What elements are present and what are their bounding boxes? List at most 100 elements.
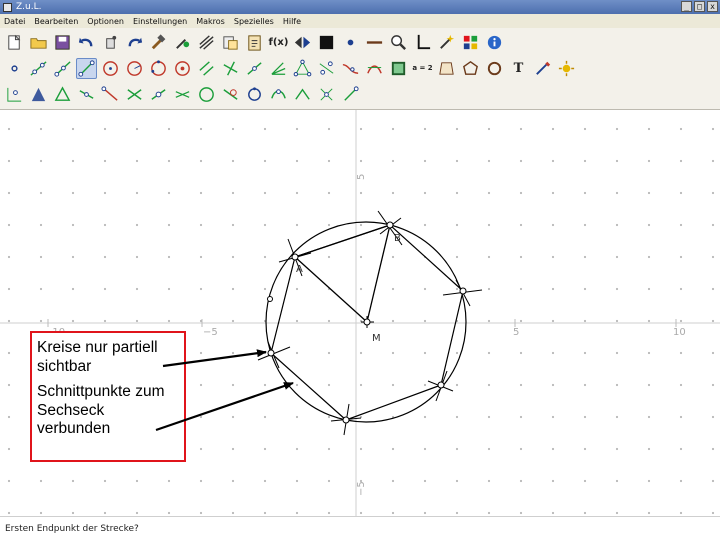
assign-tool[interactable]: a = 2: [412, 58, 433, 79]
menu-hilfe[interactable]: Hilfe: [283, 17, 301, 26]
hexagon-vertex-3[interactable]: [459, 287, 467, 295]
track-tool-icon[interactable]: [292, 84, 313, 105]
parallel-lines-icon[interactable]: [196, 58, 217, 79]
color-brush-icon[interactable]: [172, 32, 193, 53]
line-thickness-icon[interactable]: [196, 32, 217, 53]
arc-tool-icon[interactable]: [172, 58, 193, 79]
axis-label-x-plus-10: 10: [673, 327, 686, 338]
axis-label-x-minus-5: −5: [203, 327, 218, 338]
triangle-points-icon[interactable]: [292, 58, 313, 79]
slope-tool-icon[interactable]: [76, 84, 97, 105]
hexagon-vertex-6[interactable]: [267, 349, 275, 357]
menu-bearbeiten[interactable]: Bearbeiten: [34, 17, 78, 26]
circle-three-points-icon[interactable]: [148, 58, 169, 79]
tangent-tool-icon[interactable]: [220, 84, 241, 105]
triangle-tool-icon[interactable]: [52, 84, 73, 105]
close-button[interactable]: x: [707, 1, 718, 12]
text-tool[interactable]: T: [508, 58, 529, 79]
axis-label-x-plus-5: 5: [513, 327, 519, 338]
magic-wand-icon[interactable]: [436, 32, 457, 53]
function-tool[interactable]: f(x): [268, 32, 289, 53]
label-b: B: [394, 233, 401, 244]
intersection-tool-icon[interactable]: [124, 84, 145, 105]
angle-marker-icon[interactable]: [28, 84, 49, 105]
reflect-line-icon[interactable]: [316, 84, 337, 105]
minimize-button[interactable]: _: [681, 1, 692, 12]
title-bar: Z.u.L. _ □ x: [0, 0, 720, 14]
conic-tool-icon[interactable]: [244, 84, 265, 105]
annotation-box: Kreise nur partiell sichtbar Schnittpunk…: [30, 331, 186, 462]
assign-label: a = 2: [412, 64, 433, 72]
clipboard-icon[interactable]: [244, 32, 265, 53]
status-bar: Ersten Endpunkt der Strecke?: [0, 516, 720, 540]
app-icon: [3, 2, 12, 12]
filmstrip-icon[interactable]: [388, 58, 409, 79]
save-disk-icon[interactable]: [52, 32, 73, 53]
point-m[interactable]: [363, 318, 371, 326]
rotate-tool-icon[interactable]: [172, 84, 193, 105]
polygon-fill-icon[interactable]: [460, 58, 481, 79]
point-a[interactable]: [291, 253, 299, 261]
label-a: A: [296, 264, 303, 275]
circle-through-point-icon[interactable]: [196, 84, 217, 105]
angle-bisector-icon[interactable]: [268, 58, 289, 79]
toolbar-row-2: a = 2 T: [4, 56, 577, 80]
translate-tool-icon[interactable]: [148, 84, 169, 105]
axis-label-y-minus-5: −5: [356, 481, 367, 496]
color-palette-icon[interactable]: [460, 32, 481, 53]
locus-icon[interactable]: [364, 58, 385, 79]
paste-icon[interactable]: [220, 32, 241, 53]
line-style-icon[interactable]: [364, 32, 385, 53]
new-file-icon[interactable]: [4, 32, 25, 53]
circle-center-icon[interactable]: [100, 58, 121, 79]
arrows-left-right-icon[interactable]: [292, 32, 313, 53]
zoom-icon[interactable]: [388, 32, 409, 53]
segment-tool-icon[interactable]: [76, 57, 97, 79]
polygon-tool-icon[interactable]: [436, 58, 457, 79]
hexagon-vertex-5[interactable]: [342, 416, 350, 424]
menu-einstellungen[interactable]: Einstellungen: [133, 17, 187, 26]
menu-optionen[interactable]: Optionen: [87, 17, 124, 26]
point-size-icon[interactable]: [340, 32, 361, 53]
circle-radius-icon[interactable]: [124, 58, 145, 79]
menu-makros[interactable]: Makros: [196, 17, 225, 26]
info-icon[interactable]: [484, 32, 505, 53]
line-through-points-icon[interactable]: [28, 58, 49, 79]
label-m: M: [372, 333, 381, 344]
delete-object-icon[interactable]: [100, 32, 121, 53]
circle-dots-icon[interactable]: [484, 58, 505, 79]
menu-datei[interactable]: Datei: [4, 17, 25, 26]
annotation-text-partial-circles: Kreise nur partiell sichtbar: [37, 339, 158, 375]
hexagon-vertex-4[interactable]: [437, 381, 445, 389]
distance-tool-icon[interactable]: [100, 84, 121, 105]
free-point[interactable]: [267, 296, 273, 302]
open-folder-icon[interactable]: [28, 32, 49, 53]
coordinate-axes-icon[interactable]: [412, 32, 433, 53]
coordinate-point-icon[interactable]: [4, 84, 25, 105]
hammer-icon[interactable]: [148, 32, 169, 53]
function-label: f(x): [268, 36, 289, 48]
perpendicular-icon[interactable]: [220, 58, 241, 79]
point-b[interactable]: [386, 221, 394, 229]
maximize-button[interactable]: □: [694, 1, 705, 12]
window-title: Z.u.L.: [16, 2, 42, 12]
ray-tool-icon[interactable]: [52, 58, 73, 79]
menu-spezielles[interactable]: Spezielles: [234, 17, 274, 26]
midpoint-icon[interactable]: [244, 58, 265, 79]
locus-plot-icon[interactable]: [268, 84, 289, 105]
redo-icon[interactable]: [124, 32, 145, 53]
fill-black-icon[interactable]: [316, 32, 337, 53]
pen-tool-icon[interactable]: [532, 58, 553, 79]
annotation-text-hexagon: Schnittpunkte zum Sechseck verbunden: [37, 383, 165, 437]
toolbar-row-1: f(x): [4, 30, 505, 54]
sun-icon[interactable]: [556, 58, 577, 79]
toolbar-row-3: [4, 82, 361, 106]
undo-icon[interactable]: [76, 32, 97, 53]
axis-label-y-plus-5: 5: [356, 174, 367, 180]
toolbar-area: f(x) a = 2 T: [0, 28, 720, 110]
reflect-icon[interactable]: [316, 58, 337, 79]
curve-tool-icon[interactable]: [340, 58, 361, 79]
window-controls: _ □ x: [681, 1, 718, 12]
point-tool-icon[interactable]: [4, 58, 25, 79]
animation-tool-icon[interactable]: [340, 84, 361, 105]
